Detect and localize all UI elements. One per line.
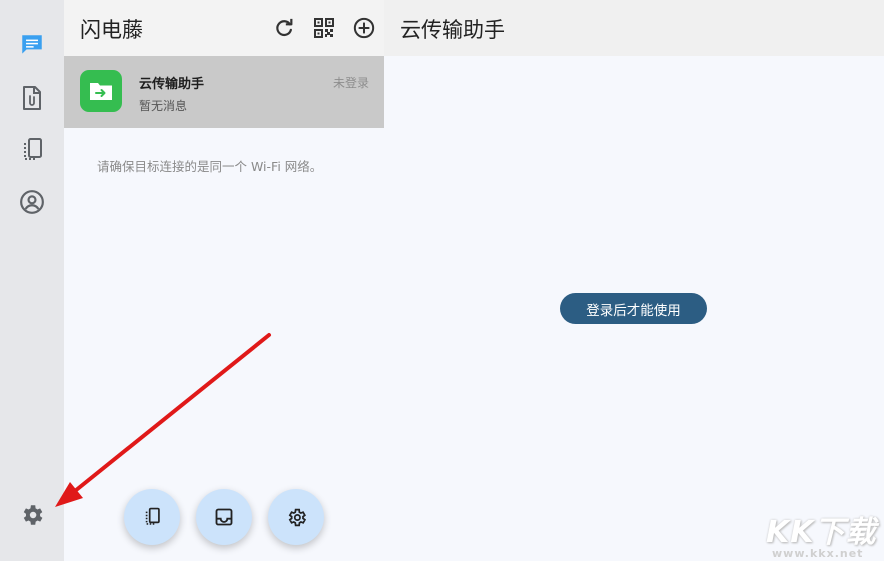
watermark-url: www.kkx.net: [772, 547, 864, 560]
add-button[interactable]: [352, 16, 376, 40]
gear-icon: [288, 508, 306, 526]
refresh-button[interactable]: [272, 16, 296, 40]
main-area: 云传输助手 登录后才能使用: [384, 0, 884, 561]
inbox-icon: [215, 508, 233, 526]
devices-icon: [145, 507, 160, 525]
folder-transfer-icon: [90, 83, 112, 100]
conversation-name: 云传输助手: [139, 77, 205, 92]
rail-item-account[interactable]: [16, 186, 48, 218]
qr-code-button[interactable]: [312, 16, 336, 40]
account-circle-icon: [20, 190, 44, 214]
fab-settings-button[interactable]: [268, 489, 324, 545]
conversation-avatar: [80, 70, 122, 112]
qr-code-icon: [314, 18, 334, 38]
add-circle-icon: [353, 17, 375, 39]
wifi-hint: 请确保目标连接的是同一个 Wi-Fi 网络。: [97, 159, 323, 174]
main-header: 云传输助手: [384, 0, 884, 56]
rail-item-files[interactable]: [16, 82, 48, 114]
refresh-icon: [276, 18, 293, 37]
rail-item-messages[interactable]: [16, 29, 48, 61]
chat-title: 云传输助手: [400, 18, 505, 42]
file-attachment-icon: [23, 86, 41, 110]
app-title: 闪电藤: [80, 18, 143, 42]
gear-icon: [23, 505, 43, 525]
fab-inbox-button[interactable]: [196, 489, 252, 545]
panel-header: 闪电藤: [64, 0, 384, 56]
conversation-status: 未登录: [332, 76, 369, 90]
devices-icon: [24, 138, 42, 160]
fab-devices-button[interactable]: [124, 489, 180, 545]
rail-item-devices[interactable]: [16, 134, 48, 166]
chat-icon: [22, 35, 42, 54]
watermark: KK下载 www.kkx.net: [766, 507, 878, 561]
conversation-preview: 暂无消息: [139, 99, 188, 113]
rail-settings-button[interactable]: [16, 499, 48, 531]
conversation-item[interactable]: 云传输助手 未登录 暂无消息: [64, 56, 384, 128]
nav-rail: [0, 0, 64, 561]
login-required-button[interactable]: 登录后才能使用: [560, 293, 707, 324]
watermark-logo: KK下载: [766, 515, 877, 550]
conversation-panel: 闪电藤 云传输助手 未登录 暂无消息 请确保目标连接的是同一个 Wi-Fi 网络…: [64, 0, 384, 561]
